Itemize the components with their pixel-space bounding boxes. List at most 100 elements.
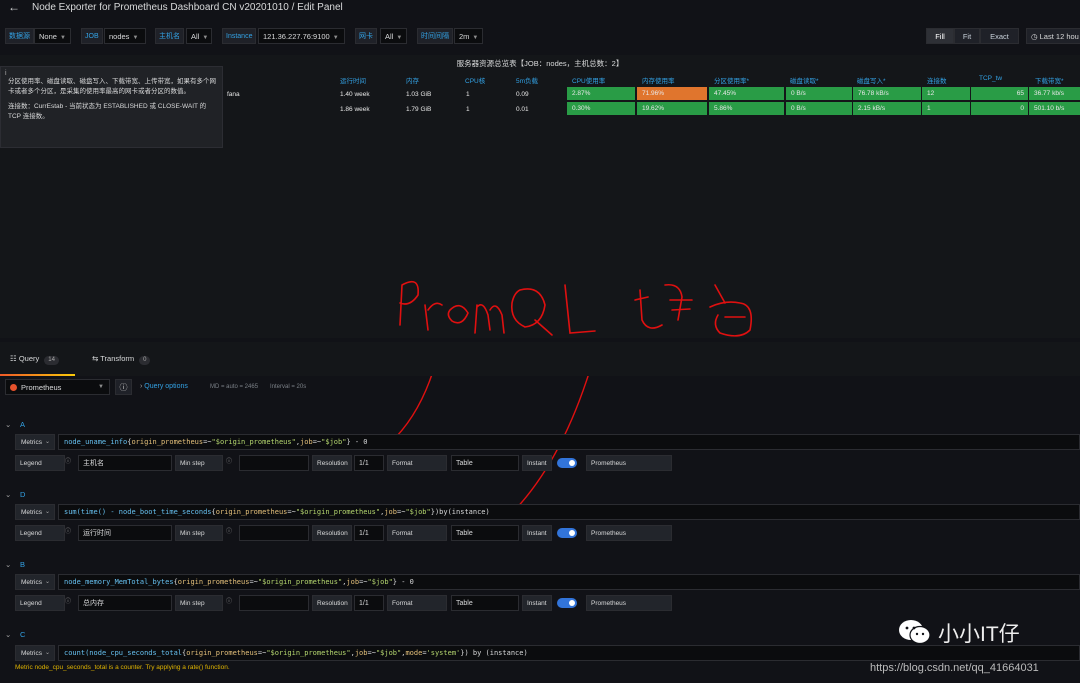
table-cell: 1.40 week bbox=[340, 91, 370, 98]
datasource-select[interactable]: Prometheus ▼ bbox=[5, 379, 110, 395]
instant-label: Instant bbox=[522, 595, 552, 611]
metrics-dropdown[interactable]: Metrics ⌄ bbox=[15, 434, 55, 450]
resolution-select[interactable]: 1/1 bbox=[354, 595, 384, 611]
table-cell: 2.87% bbox=[567, 87, 635, 100]
time-picker[interactable]: ◷ Last 12 hou bbox=[1026, 28, 1080, 44]
instant-toggle[interactable] bbox=[557, 458, 577, 468]
back-arrow-icon[interactable]: ← bbox=[8, 0, 20, 14]
table-cell: 0.01 bbox=[516, 106, 529, 113]
query-header-d[interactable]: ⌄ D bbox=[0, 488, 1080, 502]
table-cell: 1.86 week bbox=[340, 106, 370, 113]
query-expression-c[interactable]: count(node_cpu_seconds_total{origin_prom… bbox=[58, 645, 1080, 661]
tab-transform[interactable]: ⇆ Transform 0 bbox=[92, 354, 151, 365]
min-step-input[interactable] bbox=[239, 455, 309, 471]
query-expression-b[interactable]: node_memory_MemTotal_bytes{origin_promet… bbox=[58, 574, 1080, 590]
resolution-select[interactable]: 1/1 bbox=[354, 525, 384, 541]
column-header[interactable]: 分区使用率* bbox=[714, 75, 749, 85]
info-icon: ⓘ bbox=[225, 459, 232, 465]
metrics-dropdown[interactable]: Metrics ⌄ bbox=[15, 645, 55, 661]
min-step-input[interactable] bbox=[239, 595, 309, 611]
column-header[interactable]: CPU使用率 bbox=[572, 75, 605, 85]
instant-toggle[interactable] bbox=[557, 598, 577, 608]
var-select-nic[interactable]: All ▼ bbox=[380, 28, 407, 44]
table-cell: 501.10 b/s bbox=[1029, 102, 1080, 115]
view-mode-fill[interactable]: Fill bbox=[926, 28, 954, 44]
legend-input[interactable]: 运行时间 bbox=[78, 525, 172, 541]
column-header[interactable]: 运行时间 bbox=[340, 75, 366, 85]
chevron-down-icon: ⌄ bbox=[5, 490, 12, 499]
table-cell: 5.86% bbox=[709, 102, 784, 115]
query-header-b[interactable]: ⌄ B bbox=[0, 558, 1080, 572]
format-select[interactable]: Table bbox=[451, 455, 519, 471]
query-options-row: Legend ⓘ 总内存 Min step ⓘ Resolution 1/1 F… bbox=[0, 595, 1080, 611]
metrics-dropdown[interactable]: Metrics ⌄ bbox=[15, 574, 55, 590]
query-header-a[interactable]: ⌄ A bbox=[0, 418, 1080, 432]
query-options-toggle[interactable]: › Query options bbox=[140, 383, 188, 390]
instant-toggle[interactable] bbox=[557, 528, 577, 538]
chevron-down-icon: ⌄ bbox=[44, 509, 50, 515]
min-step-label: Min step bbox=[175, 525, 223, 541]
resolution-label: Resolution bbox=[312, 595, 352, 611]
view-mode-fit[interactable]: Fit bbox=[954, 28, 980, 44]
tab-query[interactable]: ☷ Query 14 bbox=[10, 354, 59, 365]
column-header[interactable]: 内存使用率 bbox=[642, 75, 675, 85]
info-icon: ⓘ bbox=[225, 529, 232, 535]
column-header[interactable]: TCP_tw bbox=[979, 75, 1002, 82]
resolution-select[interactable]: 1/1 bbox=[354, 455, 384, 471]
resolution-label: Resolution bbox=[312, 525, 352, 541]
column-header[interactable]: 连接数 bbox=[927, 75, 947, 85]
chevron-down-icon: ⌄ bbox=[44, 650, 50, 656]
wechat-icon bbox=[899, 620, 931, 645]
column-header[interactable]: 5m负载 bbox=[516, 75, 538, 85]
prometheus-label: Prometheus bbox=[586, 595, 672, 611]
column-header[interactable]: 内存 bbox=[406, 75, 419, 85]
chevron-down-icon: ▼ bbox=[396, 35, 403, 41]
prometheus-label: Prometheus bbox=[586, 525, 672, 541]
page-title: Node Exporter for Prometheus Dashboard C… bbox=[32, 2, 343, 13]
table-cell: 65 bbox=[971, 87, 1028, 100]
table-cell: 47.45% bbox=[709, 87, 784, 100]
format-select[interactable]: Table bbox=[451, 595, 519, 611]
var-select-job[interactable]: nodes ▼ bbox=[104, 28, 146, 44]
table-cell: 36.77 kb/s bbox=[1029, 87, 1080, 100]
table-cell: 1 bbox=[466, 91, 470, 98]
prometheus-icon bbox=[10, 384, 17, 391]
var-label-instance: Instance bbox=[222, 28, 257, 44]
view-mode-exact[interactable]: Exact bbox=[980, 28, 1019, 44]
metrics-dropdown[interactable]: Metrics ⌄ bbox=[15, 504, 55, 520]
column-header[interactable]: CPU核 bbox=[465, 75, 485, 85]
var-select-instance[interactable]: 121.36.227.76:9100 ▼ bbox=[258, 28, 345, 44]
info-icon: i bbox=[5, 70, 7, 77]
editor-tabs: ☷ Query 14 ⇆ Transform 0 bbox=[0, 342, 1080, 376]
chevron-down-icon: ▼ bbox=[98, 384, 104, 390]
column-header[interactable]: 下载带宽* bbox=[1035, 75, 1064, 85]
legend-label: Legend bbox=[15, 595, 65, 611]
legend-input[interactable]: 总内存 bbox=[78, 595, 172, 611]
query-expression-a[interactable]: node_uname_info{origin_prometheus=~"$ori… bbox=[58, 434, 1080, 450]
chevron-down-icon: ▼ bbox=[472, 35, 479, 41]
resolution-label: Resolution bbox=[312, 455, 352, 471]
chevron-down-icon: ⌄ bbox=[5, 630, 12, 639]
min-step-input[interactable] bbox=[239, 525, 309, 541]
instant-label: Instant bbox=[522, 455, 552, 471]
column-header[interactable]: 磁盘写入* bbox=[857, 75, 886, 85]
legend-input[interactable]: 主机名 bbox=[78, 455, 172, 471]
table-cell: 0 B/s bbox=[786, 87, 852, 100]
column-header[interactable]: 磁盘读取* bbox=[790, 75, 819, 85]
var-select-hostname[interactable]: All ▼ bbox=[186, 28, 212, 44]
legend-label: Legend bbox=[15, 455, 65, 471]
chevron-down-icon: ▼ bbox=[132, 35, 139, 41]
active-tab-indicator bbox=[0, 374, 75, 376]
help-button[interactable]: ⓘ bbox=[115, 379, 132, 395]
info-icon: ⓘ bbox=[64, 599, 71, 605]
top-bar: ← Node Exporter for Prometheus Dashboard… bbox=[0, 0, 1080, 18]
legend-label: Legend bbox=[15, 525, 65, 541]
query-options-interval: Interval = 20s bbox=[270, 384, 307, 390]
format-select[interactable]: Table bbox=[451, 525, 519, 541]
query-expression-d[interactable]: sum(time() - node_boot_time_seconds{orig… bbox=[58, 504, 1080, 520]
table-cell: 0 bbox=[971, 102, 1028, 115]
var-select-datasource[interactable]: None ▼ bbox=[34, 28, 71, 44]
transform-icon: ⇆ bbox=[92, 354, 101, 363]
table-cell: 1 bbox=[922, 102, 970, 115]
var-select-interval[interactable]: 2m ▼ bbox=[454, 28, 483, 44]
